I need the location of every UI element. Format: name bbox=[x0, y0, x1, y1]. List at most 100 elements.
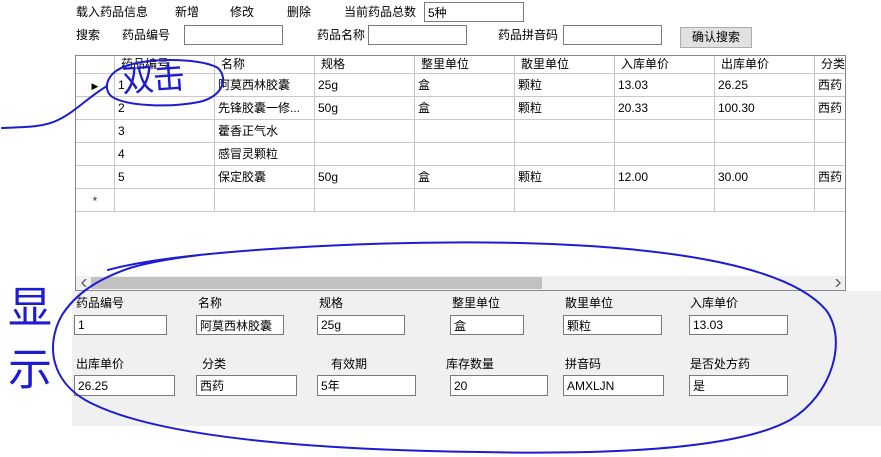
grid-cell-sale-price[interactable] bbox=[715, 189, 815, 212]
column-header-category[interactable]: 分类 bbox=[815, 56, 845, 74]
row-header[interactable] bbox=[76, 97, 115, 120]
search-drug-id-input[interactable] bbox=[184, 25, 283, 45]
row-header[interactable]: * bbox=[76, 189, 115, 212]
grid-cell-purchase-price[interactable]: 12.00 bbox=[615, 166, 715, 189]
grid-cell-sale-price[interactable] bbox=[715, 120, 815, 143]
detail-shelf-life-field[interactable] bbox=[317, 375, 416, 396]
detail-pinyin-code-label: 拼音码 bbox=[565, 357, 602, 371]
grid-cell-drug-id[interactable]: 2 bbox=[115, 97, 215, 120]
detail-loose-unit-field[interactable] bbox=[563, 315, 662, 335]
grid-cell-name[interactable]: 保定胶囊 bbox=[215, 166, 315, 189]
menu-load-drugs[interactable]: 载入药品信息 bbox=[76, 4, 148, 20]
detail-purchase-price-field[interactable] bbox=[689, 315, 788, 335]
column-header-spec[interactable]: 规格 bbox=[315, 56, 415, 74]
search-drug-name-input[interactable] bbox=[368, 25, 467, 45]
grid-cell-whole-unit[interactable]: 盒 bbox=[415, 166, 515, 189]
table-row[interactable]: 2 先锋胶囊一修... 50g 盒颗粒 20.33 100.30 西药 bbox=[76, 97, 845, 120]
grid-cell-purchase-price[interactable]: 13.03 bbox=[615, 74, 715, 97]
row-header[interactable] bbox=[76, 143, 115, 166]
new-row-asterisk-icon: * bbox=[92, 194, 98, 208]
grid-cell-loose-unit[interactable] bbox=[515, 120, 615, 143]
detail-whole-unit-field[interactable] bbox=[450, 315, 524, 335]
row-header[interactable] bbox=[76, 166, 115, 189]
grid-cell-category[interactable] bbox=[815, 189, 845, 212]
detail-name-field[interactable] bbox=[196, 315, 284, 335]
grid-cell-name[interactable]: 阿莫西林胶囊 bbox=[215, 74, 315, 97]
grid-cell-spec[interactable]: 50g bbox=[315, 97, 415, 120]
detail-category-field[interactable] bbox=[196, 375, 297, 396]
drug-data-grid[interactable]: 药品编号 名称 规格 整里单位 散里单位 入库单价 出库单价 分类 ▶ 1 阿莫西林胶囊 25g 盒颗粒… bbox=[75, 55, 846, 291]
detail-prescription-field[interactable] bbox=[689, 375, 788, 396]
grid-cell-category[interactable] bbox=[815, 143, 845, 166]
grid-cell-purchase-price[interactable] bbox=[615, 143, 715, 166]
column-header-drug-id[interactable]: 药品编号 bbox=[115, 56, 215, 74]
detail-stock-quantity-field[interactable] bbox=[450, 375, 548, 396]
grid-cell-category[interactable]: 西药 bbox=[815, 166, 845, 189]
grid-cell-spec[interactable]: 25g bbox=[315, 74, 415, 97]
grid-cell-category[interactable]: 西药 bbox=[815, 97, 845, 120]
grid-cell-drug-id[interactable]: 4 bbox=[115, 143, 215, 166]
column-header-purchase-price[interactable]: 入库单价 bbox=[615, 56, 715, 74]
grid-cell-loose-unit[interactable] bbox=[515, 189, 615, 212]
grid-cell-purchase-price[interactable]: 20.33 bbox=[615, 97, 715, 120]
grid-cell-drug-id[interactable]: 3 bbox=[115, 120, 215, 143]
detail-purchase-price-label: 入库单价 bbox=[690, 296, 739, 310]
grid-cell-whole-unit[interactable] bbox=[415, 189, 515, 212]
grid-cell-name[interactable] bbox=[215, 189, 315, 212]
scrollbar-thumb[interactable] bbox=[91, 277, 542, 289]
detail-sale-price-field[interactable] bbox=[74, 375, 175, 396]
grid-cell-drug-id[interactable]: 5 bbox=[115, 166, 215, 189]
scroll-left-icon[interactable] bbox=[76, 276, 91, 290]
menu-delete[interactable]: 删除 bbox=[287, 4, 311, 20]
detail-drug-id-field[interactable] bbox=[74, 315, 167, 335]
current-row-arrow-icon: ▶ bbox=[91, 81, 99, 91]
grid-corner-header[interactable] bbox=[76, 56, 115, 74]
grid-cell-whole-unit[interactable] bbox=[415, 143, 515, 166]
grid-cell-loose-unit[interactable]: 颗粒 bbox=[515, 166, 615, 189]
grid-cell-loose-unit[interactable]: 颗粒 bbox=[515, 97, 615, 120]
grid-cell-sale-price[interactable]: 30.00 bbox=[715, 166, 815, 189]
confirm-search-button[interactable]: 确认搜索 bbox=[680, 27, 752, 48]
grid-cell-spec[interactable]: 50g bbox=[315, 166, 415, 189]
grid-cell-sale-price[interactable]: 100.30 bbox=[715, 97, 815, 120]
column-header-name[interactable]: 名称 bbox=[215, 56, 315, 74]
row-header[interactable] bbox=[76, 120, 115, 143]
grid-cell-name[interactable]: 藿香正气水 bbox=[215, 120, 315, 143]
total-count-field[interactable] bbox=[424, 2, 524, 22]
grid-cell-category[interactable]: 西药 bbox=[815, 74, 845, 97]
table-row[interactable]: 4 感冒灵颗粒 bbox=[76, 143, 845, 166]
detail-spec-field[interactable] bbox=[317, 315, 405, 335]
table-row[interactable]: 5 保定胶囊 50g 盒颗粒 12.00 30.00 西药 bbox=[76, 166, 845, 189]
search-pinyin-input[interactable] bbox=[563, 25, 662, 45]
scroll-right-icon[interactable] bbox=[830, 276, 845, 290]
grid-cell-purchase-price[interactable] bbox=[615, 189, 715, 212]
grid-cell-loose-unit[interactable] bbox=[515, 143, 615, 166]
grid-cell-sale-price[interactable]: 26.25 bbox=[715, 74, 815, 97]
grid-cell-spec[interactable] bbox=[315, 143, 415, 166]
menu-edit[interactable]: 修改 bbox=[230, 4, 254, 20]
grid-cell-spec[interactable] bbox=[315, 189, 415, 212]
grid-cell-whole-unit[interactable]: 盒 bbox=[415, 97, 515, 120]
grid-cell-whole-unit[interactable]: 盒 bbox=[415, 74, 515, 97]
detail-loose-unit-label: 散里单位 bbox=[565, 296, 614, 310]
column-header-whole-unit[interactable]: 整里单位 bbox=[415, 56, 515, 74]
grid-cell-whole-unit[interactable] bbox=[415, 120, 515, 143]
grid-cell-spec[interactable] bbox=[315, 120, 415, 143]
grid-cell-drug-id[interactable] bbox=[115, 189, 215, 212]
menu-add[interactable]: 新增 bbox=[175, 4, 199, 20]
horizontal-scrollbar[interactable] bbox=[76, 276, 845, 290]
grid-cell-purchase-price[interactable] bbox=[615, 120, 715, 143]
column-header-sale-price[interactable]: 出库单价 bbox=[715, 56, 815, 74]
grid-cell-name[interactable]: 感冒灵颗粒 bbox=[215, 143, 315, 166]
grid-cell-category[interactable] bbox=[815, 120, 845, 143]
detail-pinyin-code-field[interactable] bbox=[563, 375, 664, 396]
grid-cell-sale-price[interactable] bbox=[715, 143, 815, 166]
grid-cell-drug-id[interactable]: 1 bbox=[115, 74, 215, 97]
row-header[interactable]: ▶ bbox=[76, 74, 115, 97]
grid-cell-name[interactable]: 先锋胶囊一修... bbox=[215, 97, 315, 120]
table-row[interactable]: ▶ 1 阿莫西林胶囊 25g 盒颗粒 13.03 26.25 西药 bbox=[76, 74, 845, 97]
table-row[interactable]: 3 藿香正气水 bbox=[76, 120, 845, 143]
new-row[interactable]: * bbox=[76, 189, 845, 212]
column-header-loose-unit[interactable]: 散里单位 bbox=[515, 56, 615, 74]
grid-cell-loose-unit[interactable]: 颗粒 bbox=[515, 74, 615, 97]
